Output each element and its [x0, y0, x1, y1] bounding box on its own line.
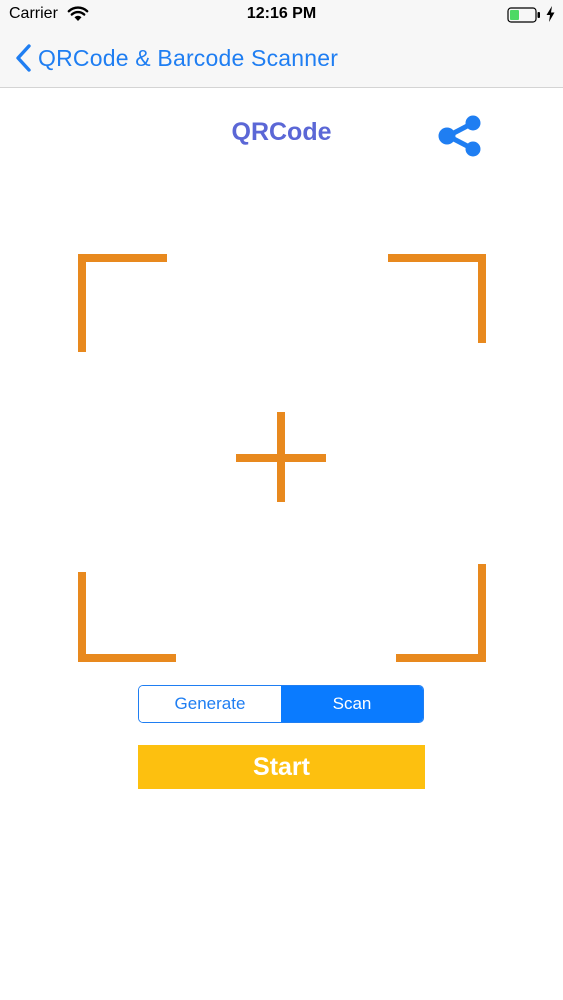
- app-screen: Carrier 12:16 PM QRCode & Barcode Scanne…: [0, 0, 563, 1000]
- chevron-left-icon: [16, 44, 31, 72]
- corner-top-left-vertical: [78, 254, 86, 352]
- segment-generate[interactable]: Generate: [139, 686, 281, 722]
- corner-bottom-left-vertical: [78, 572, 86, 662]
- corner-bottom-right-vertical: [478, 564, 486, 662]
- charging-bolt-icon: [546, 6, 555, 22]
- mode-segmented-control: Generate Scan: [138, 685, 424, 723]
- crosshair-horizontal: [236, 454, 326, 462]
- back-button[interactable]: QRCode & Barcode Scanner: [14, 40, 338, 76]
- corner-top-left: [78, 254, 167, 262]
- segment-scan[interactable]: Scan: [281, 686, 423, 722]
- clock: 12:16 PM: [246, 5, 317, 22]
- crosshair-vertical: [277, 412, 285, 502]
- corner-top-right: [388, 254, 486, 262]
- status-bar: Carrier 12:16 PM: [0, 0, 563, 30]
- start-button[interactable]: Start: [138, 745, 425, 789]
- share-icon[interactable]: [436, 114, 484, 158]
- battery-icon: [507, 7, 540, 23]
- corner-bottom-left: [78, 654, 176, 662]
- back-button-label: QRCode & Barcode Scanner: [38, 44, 339, 71]
- corner-top-right-vertical: [478, 254, 486, 343]
- navigation-bar: QRCode & Barcode Scanner: [0, 30, 563, 88]
- corner-bottom-right: [396, 654, 486, 662]
